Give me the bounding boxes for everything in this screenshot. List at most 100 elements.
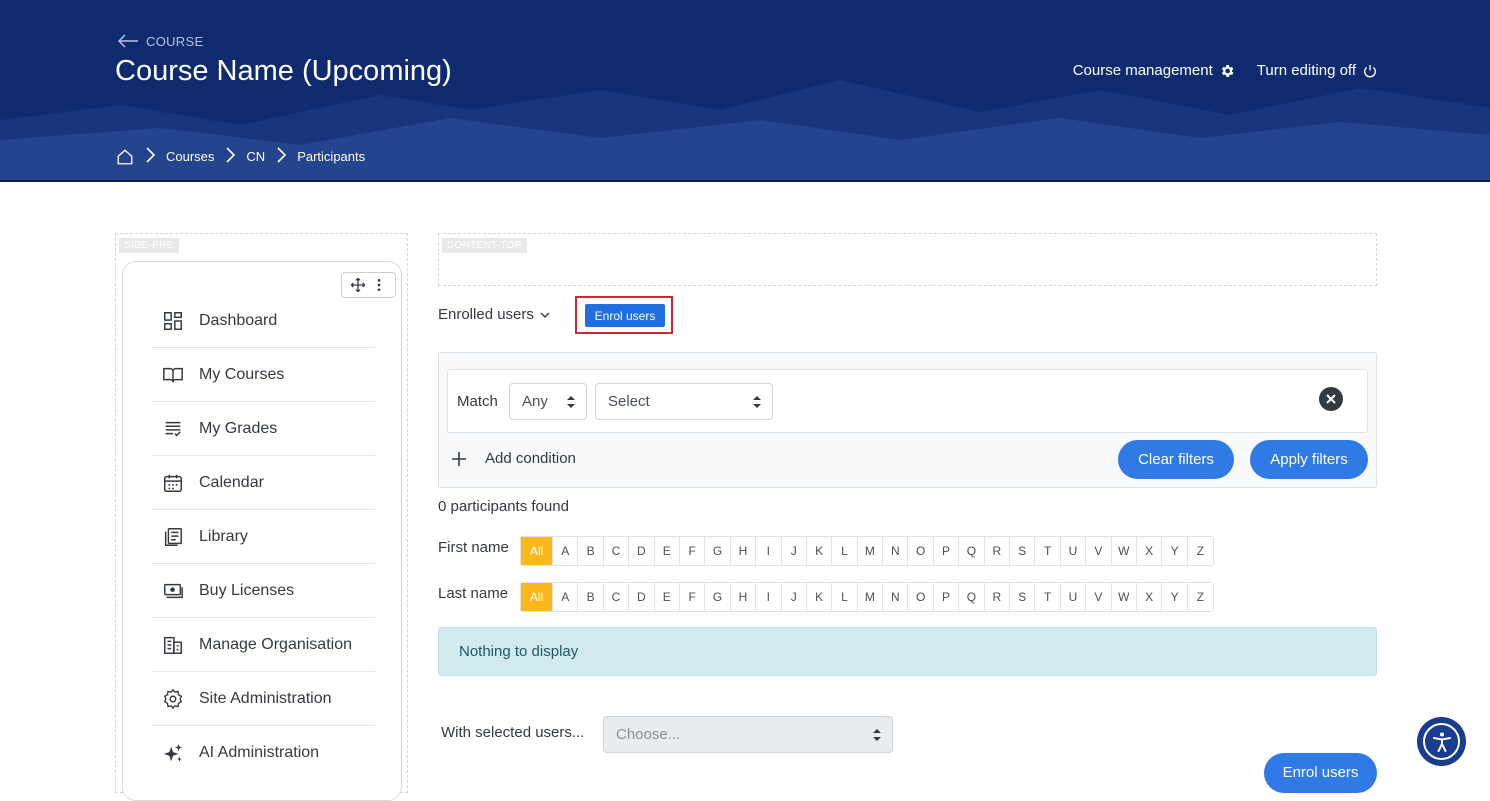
- first-initial-e[interactable]: E: [654, 537, 680, 565]
- sidebar-item-calendar[interactable]: Calendar: [152, 456, 375, 510]
- sidebar-item-site-administration[interactable]: Site Administration: [152, 672, 375, 726]
- first-initial-r[interactable]: R: [984, 537, 1011, 565]
- first-initial-o[interactable]: O: [908, 537, 934, 565]
- first-initial-z[interactable]: Z: [1187, 537, 1214, 565]
- last-initial-t[interactable]: T: [1035, 583, 1061, 611]
- sidebar-item-label: My Grades: [199, 419, 278, 437]
- first-initial-u[interactable]: U: [1060, 537, 1087, 565]
- breadcrumb-participants[interactable]: Participants: [297, 149, 365, 164]
- enrol-users-bottom-button[interactable]: Enrol users: [1264, 753, 1377, 793]
- first-initial-g[interactable]: G: [705, 537, 731, 565]
- sidebar-item-dashboard[interactable]: Dashboard: [152, 294, 375, 348]
- last-initial-s[interactable]: S: [1010, 583, 1036, 611]
- sidebar-item-my-courses[interactable]: My Courses: [152, 348, 375, 402]
- first-initial-v[interactable]: V: [1086, 537, 1112, 565]
- move-icon[interactable]: [350, 277, 366, 293]
- last-initial-y[interactable]: Y: [1162, 583, 1188, 611]
- side-pre-region: SIDE-PRE Dashboard My Courses My Grades …: [115, 233, 408, 801]
- last-initial-q[interactable]: Q: [959, 583, 985, 611]
- sidebar-item-label: Manage Organisation: [199, 635, 352, 653]
- first-initial-i[interactable]: I: [756, 537, 782, 565]
- first-initial-x[interactable]: X: [1136, 537, 1163, 565]
- sort-arrows-icon: [567, 396, 575, 408]
- first-initial-h[interactable]: H: [730, 537, 757, 565]
- first-initial-b[interactable]: B: [578, 537, 604, 565]
- first-initial-n[interactable]: N: [883, 537, 909, 565]
- last-initial-u[interactable]: U: [1060, 583, 1087, 611]
- last-initial-c[interactable]: C: [603, 583, 630, 611]
- sidebar-item-label: Calendar: [199, 473, 264, 491]
- sidebar-item-ai-administration[interactable]: AI Administration: [152, 726, 375, 780]
- last-initial-k[interactable]: K: [806, 583, 833, 611]
- last-initial-e[interactable]: E: [654, 583, 680, 611]
- first-initial-all[interactable]: All: [521, 537, 553, 565]
- last-initial-d[interactable]: D: [629, 583, 655, 611]
- first-initial-c[interactable]: C: [603, 537, 630, 565]
- last-initial-r[interactable]: R: [984, 583, 1011, 611]
- course-management-link[interactable]: Course management: [1073, 62, 1235, 79]
- enrolled-users-menu[interactable]: Enrolled users: [438, 306, 550, 323]
- bulk-action-select[interactable]: Choose...: [603, 716, 893, 753]
- filter-type-select[interactable]: Select: [595, 383, 773, 420]
- sidebar-item-my-grades[interactable]: My Grades: [152, 402, 375, 456]
- breadcrumb-courses[interactable]: Courses: [166, 149, 214, 164]
- sidebar-item-library[interactable]: Library: [152, 510, 375, 564]
- last-initial-i[interactable]: I: [756, 583, 782, 611]
- last-initial-j[interactable]: J: [781, 583, 807, 611]
- more-vertical-icon[interactable]: [371, 277, 387, 293]
- first-initial-t[interactable]: T: [1035, 537, 1061, 565]
- last-initial-v[interactable]: V: [1086, 583, 1112, 611]
- match-label: Match: [457, 393, 498, 410]
- sidebar-item-buy-licenses[interactable]: Buy Licenses: [152, 564, 375, 618]
- back-to-course-link[interactable]: COURSE: [116, 33, 203, 49]
- first-initial-p[interactable]: P: [933, 537, 960, 565]
- last-initial-f[interactable]: F: [679, 583, 706, 611]
- first-initial-s[interactable]: S: [1010, 537, 1036, 565]
- last-initial-w[interactable]: W: [1111, 583, 1137, 611]
- last-initial-o[interactable]: O: [908, 583, 934, 611]
- first-initial-d[interactable]: D: [629, 537, 655, 565]
- clear-filters-button[interactable]: Clear filters: [1118, 440, 1234, 479]
- sidebar-item-manage-organisation[interactable]: Manage Organisation: [152, 618, 375, 672]
- accessibility-button[interactable]: [1417, 717, 1466, 766]
- remove-condition-button[interactable]: [1319, 387, 1343, 411]
- first-initial-y[interactable]: Y: [1162, 537, 1188, 565]
- first-initial-w[interactable]: W: [1111, 537, 1137, 565]
- chevron-right-icon: [146, 147, 156, 163]
- course-management-label: Course management: [1072, 62, 1213, 79]
- first-initial-l[interactable]: L: [832, 537, 858, 565]
- last-initial-p[interactable]: P: [933, 583, 960, 611]
- last-initial-m[interactable]: M: [857, 583, 884, 611]
- last-initial-a[interactable]: A: [553, 583, 579, 611]
- first-initial-j[interactable]: J: [781, 537, 807, 565]
- enrol-users-button[interactable]: Enrol users: [585, 304, 665, 327]
- turn-editing-off-button[interactable]: Turn editing off: [1257, 62, 1378, 79]
- first-initial-a[interactable]: A: [553, 537, 579, 565]
- first-initial-m[interactable]: M: [857, 537, 884, 565]
- accessibility-icon: [1432, 732, 1451, 752]
- add-condition-label: Add condition: [485, 450, 576, 467]
- page-title: Course Name (Upcoming): [115, 55, 452, 87]
- last-initial-b[interactable]: B: [578, 583, 604, 611]
- last-initial-l[interactable]: L: [832, 583, 858, 611]
- last-name-initials-bar: Last name All A B C D E F G H I J K L M N O P Q R S T U V W X Y Z: [438, 582, 1215, 612]
- match-select[interactable]: Any: [509, 383, 587, 420]
- breadcrumb-cn[interactable]: CN: [246, 149, 265, 164]
- breadcrumb: Courses CN Participants: [116, 146, 365, 167]
- last-initial-n[interactable]: N: [883, 583, 909, 611]
- home-icon[interactable]: [116, 148, 134, 166]
- last-initial-h[interactable]: H: [730, 583, 757, 611]
- last-initial-all[interactable]: All: [521, 583, 553, 611]
- add-condition-button[interactable]: Add condition: [451, 450, 576, 467]
- last-initial-x[interactable]: X: [1136, 583, 1163, 611]
- apply-filters-button[interactable]: Apply filters: [1250, 440, 1368, 479]
- first-initial-f[interactable]: F: [679, 537, 706, 565]
- gear-icon: [1221, 64, 1234, 77]
- last-initial-z[interactable]: Z: [1187, 583, 1214, 611]
- gear-icon: [163, 688, 183, 709]
- first-initial-k[interactable]: K: [806, 537, 833, 565]
- sort-arrows-icon: [873, 729, 881, 741]
- last-initial-g[interactable]: G: [705, 583, 731, 611]
- first-initial-q[interactable]: Q: [959, 537, 985, 565]
- chevron-right-icon: [277, 147, 287, 163]
